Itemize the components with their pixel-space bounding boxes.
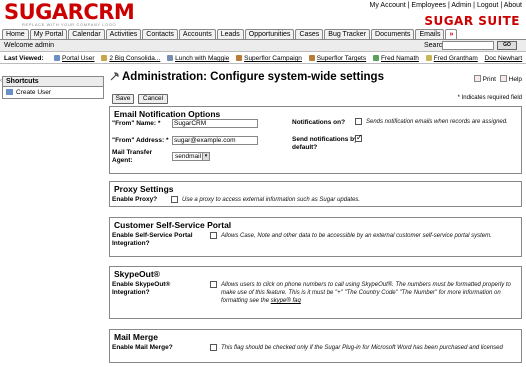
help-icon xyxy=(499,75,507,82)
enable-portal-checkbox[interactable] xyxy=(210,232,217,239)
skype-panel-title: SkypeOut® xyxy=(114,269,160,279)
top-links: My Account | Employees | Admin | Logout … xyxy=(369,2,522,9)
enable-proxy-desc: Use a proxy to access external informati… xyxy=(182,197,361,203)
mail-merge-panel-title: Mail Merge xyxy=(114,332,158,342)
company-logo: SUGARCRM REPLACE WITH YOUR COMPANY LOGO xyxy=(4,2,164,28)
create-user-icon xyxy=(6,89,13,95)
enable-mail-merge-checkbox[interactable] xyxy=(210,344,217,351)
logo-tagline: REPLACE WITH YOUR COMPANY LOGO xyxy=(22,22,117,27)
opportunity-icon xyxy=(101,55,108,61)
from-name-label: "From" Name: * xyxy=(112,120,161,127)
logo-text: SUGARCRM xyxy=(4,0,135,24)
enable-mail-merge-label: Enable Mail Merge? xyxy=(112,344,173,351)
cancel-button[interactable]: Cancel xyxy=(138,94,168,104)
last-viewed-label: Last Viewed: xyxy=(4,55,44,62)
my-account-link[interactable]: My Account xyxy=(370,2,406,9)
print-help-links: Print Help xyxy=(473,75,522,83)
send-notifications-default-label: Send notifications by default? xyxy=(292,136,358,151)
print-icon xyxy=(473,75,481,82)
proxy-settings-panel: Proxy Settings Enable Proxy? Use a proxy… xyxy=(109,181,522,207)
enable-skype-checkbox[interactable] xyxy=(210,281,217,288)
save-button[interactable]: Save xyxy=(112,94,134,104)
wrench-icon xyxy=(110,72,119,81)
from-address-label: "From" Address: * xyxy=(112,137,169,144)
skype-faq-link[interactable]: skype® faq xyxy=(271,298,301,304)
skypeout-panel: SkypeOut® Enable SkypeOut® Integration? … xyxy=(109,266,522,319)
search-go-button[interactable]: GO xyxy=(497,41,517,50)
enable-mail-merge-desc: This flag should be checked only if the … xyxy=(221,345,503,351)
portal-panel-title: Customer Self-Service Portal xyxy=(114,220,232,230)
email-notification-panel: Email Notification Options "From" Name: … xyxy=(109,106,522,174)
chevron-down-icon: ▾ xyxy=(202,153,209,160)
mail-merge-panel: Mail Merge Enable Mail Merge? This flag … xyxy=(109,329,522,363)
welcome-text: Welcome admin xyxy=(4,42,55,49)
last-viewed-item[interactable]: Lunch with Maggie xyxy=(175,55,229,62)
shortcut-create-user[interactable]: Create User xyxy=(3,87,103,98)
from-name-input[interactable]: SugarCRM xyxy=(172,119,258,128)
last-viewed-bar: Last Viewed: Portal User 2 Big Consolida… xyxy=(0,53,526,64)
user-icon xyxy=(54,55,60,61)
notifications-on-desc: Sends notification emails when records a… xyxy=(366,119,508,125)
last-viewed-item[interactable]: Superflor Campaign xyxy=(244,55,302,62)
shortcuts-title: Shortcuts xyxy=(3,77,103,87)
last-viewed-item[interactable]: Fred Namath xyxy=(381,55,419,62)
about-link[interactable]: About xyxy=(504,2,522,9)
shortcut-label: Create User xyxy=(16,89,52,96)
print-link[interactable]: Print xyxy=(473,75,496,83)
sugar-suite-logo: SUGAR SUITE xyxy=(424,14,520,28)
last-viewed-item[interactable]: 2 Big Consolida... xyxy=(109,55,160,62)
print-label: Print xyxy=(482,76,496,83)
mail-transfer-agent-label: Mail Transfer Agent: xyxy=(112,149,153,164)
skype-desc-text: Allows users to click on phone numbers t… xyxy=(221,282,511,304)
send-notifications-default-checkbox[interactable] xyxy=(355,133,363,142)
admin-link[interactable]: Admin xyxy=(451,2,471,9)
enable-portal-label: Enable Self-Service Portal Integration? xyxy=(112,232,193,247)
contact-icon xyxy=(425,55,432,61)
enable-skype-label: Enable SkypeOut® Integration? xyxy=(112,281,171,296)
target-list-icon xyxy=(308,55,315,61)
last-viewed-item[interactable]: Superflor Targets xyxy=(317,55,366,62)
help-link[interactable]: Help xyxy=(499,75,522,83)
proxy-panel-title: Proxy Settings xyxy=(114,184,174,194)
email-panel-title: Email Notification Options xyxy=(114,109,221,119)
required-note: * Indicates required field xyxy=(457,95,522,101)
enable-portal-desc: Allows Case, Note and other data to be a… xyxy=(221,233,492,239)
enable-skype-desc: Allows users to click on phone numbers t… xyxy=(221,281,519,305)
lead-icon xyxy=(372,55,379,61)
logout-link[interactable]: Logout xyxy=(477,2,498,9)
last-viewed-item[interactable]: Fred Grantham xyxy=(434,55,478,62)
search-input[interactable] xyxy=(442,41,494,50)
employees-link[interactable]: Employees xyxy=(411,2,446,9)
last-viewed-item[interactable]: Doc Newhart xyxy=(485,55,523,62)
notifications-on-checkbox[interactable] xyxy=(355,118,362,125)
welcome-bar: Welcome admin Search GO xyxy=(0,40,526,52)
page-title-text: Administration: Configure system-wide se… xyxy=(122,71,384,83)
enable-proxy-checkbox[interactable] xyxy=(171,196,178,203)
help-label: Help xyxy=(508,76,522,83)
meeting-icon xyxy=(167,55,174,61)
campaign-icon xyxy=(236,55,243,61)
page-title: Administration: Configure system-wide se… xyxy=(110,71,384,83)
mta-selected-value: sendmail xyxy=(175,153,202,160)
mail-transfer-agent-select[interactable]: sendmail ▾ xyxy=(172,152,210,161)
shortcuts-panel: Shortcuts Create User xyxy=(2,76,104,99)
self-service-portal-panel: Customer Self-Service Portal Enable Self… xyxy=(109,217,522,257)
enable-proxy-label: Enable Proxy? xyxy=(112,196,158,203)
from-address-input[interactable]: sugar@example.com xyxy=(172,136,258,145)
notifications-on-label: Notifications on? xyxy=(292,119,346,126)
last-viewed-item[interactable]: Portal User xyxy=(62,55,95,62)
